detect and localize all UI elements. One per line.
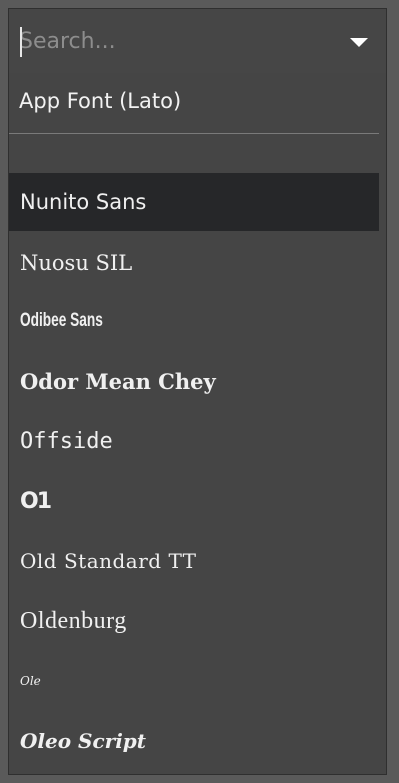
- font-option-label: Offside: [20, 428, 113, 454]
- font-option[interactable]: O1: [9, 472, 379, 530]
- font-option-label: Nunito Sans: [20, 190, 147, 214]
- scrollbar-thumb[interactable]: [386, 557, 387, 589]
- app-font-option[interactable]: App Font (Lato): [19, 89, 181, 113]
- page-background: App Font (Lato) Nunito Nunito Sans Nuosu S…: [0, 0, 399, 783]
- font-option[interactable]: Ole: [9, 652, 379, 710]
- font-option[interactable]: Oldenburg: [9, 592, 379, 650]
- font-option[interactable]: Nunito: [9, 134, 379, 164]
- font-option-label: Oleo Script: [20, 729, 147, 753]
- font-option-label: Old Standard TT: [20, 549, 197, 573]
- font-option[interactable]: Odor Mean Chey: [9, 352, 379, 410]
- font-option-label: O1: [20, 488, 52, 514]
- font-option[interactable]: Oleo Script: [9, 712, 379, 770]
- edge-indicator: [389, 180, 399, 194]
- font-option[interactable]: Odibee Sans: [9, 292, 379, 350]
- font-option-label: Ole: [20, 674, 41, 688]
- caret-down-icon: [350, 38, 368, 47]
- font-option[interactable]: Nunito Sans: [9, 173, 379, 231]
- font-list: Nunito Nunito Sans Nuosu SIL Odibee Sans Odo…: [9, 134, 379, 774]
- font-option[interactable]: Nuosu SIL: [9, 234, 379, 292]
- font-option-label: Oldenburg: [20, 607, 127, 634]
- font-option-label: Odibee Sans: [20, 310, 103, 331]
- search-input[interactable]: [19, 25, 339, 57]
- font-option-label: Nuosu SIL: [20, 251, 133, 275]
- font-option-label: Odor Mean Chey: [20, 368, 216, 394]
- font-option[interactable]: Offside: [9, 412, 379, 470]
- search-row: [9, 9, 386, 73]
- text-cursor: [20, 27, 22, 57]
- font-option[interactable]: Old Standard TT: [9, 532, 379, 590]
- dropdown-toggle-button[interactable]: [344, 29, 374, 55]
- font-dropdown: App Font (Lato) Nunito Nunito Sans Nuosu S…: [8, 8, 387, 775]
